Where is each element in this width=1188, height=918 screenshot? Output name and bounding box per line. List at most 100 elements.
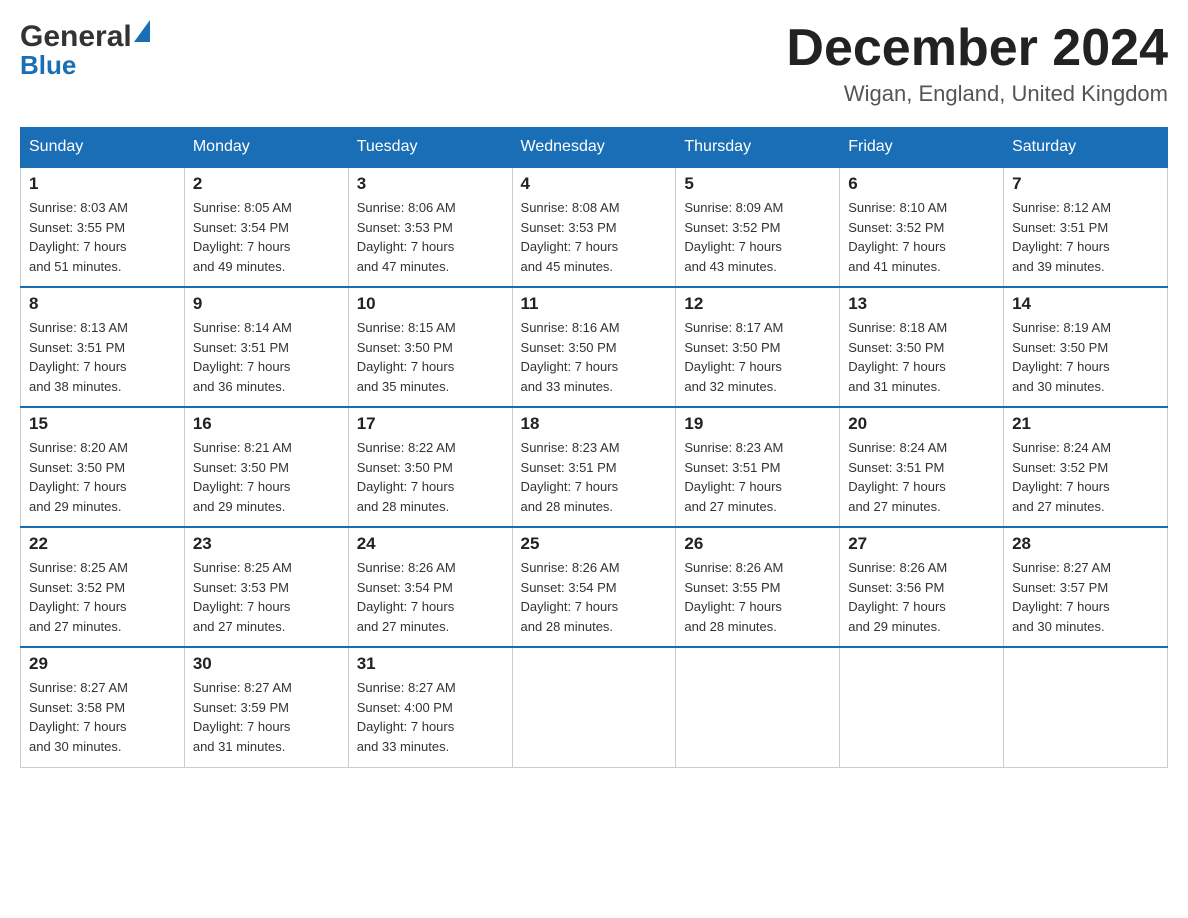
calendar-day-cell: 30 Sunrise: 8:27 AMSunset: 3:59 PMDayligh… <box>184 647 348 767</box>
calendar-day-cell: 6 Sunrise: 8:10 AMSunset: 3:52 PMDaylight… <box>840 167 1004 287</box>
day-number: 16 <box>193 414 340 434</box>
column-header-wednesday: Wednesday <box>512 128 676 168</box>
column-header-tuesday: Tuesday <box>348 128 512 168</box>
day-number: 30 <box>193 654 340 674</box>
calendar-day-cell: 12 Sunrise: 8:17 AMSunset: 3:50 PMDayligh… <box>676 287 840 407</box>
day-number: 29 <box>29 654 176 674</box>
day-number: 19 <box>684 414 831 434</box>
day-info: Sunrise: 8:26 AMSunset: 3:55 PMDaylight:… <box>684 558 831 636</box>
day-info: Sunrise: 8:27 AMSunset: 3:57 PMDaylight:… <box>1012 558 1159 636</box>
day-number: 7 <box>1012 174 1159 194</box>
calendar-day-cell: 2Sunrise: 8:05 AMSunset: 3:54 PMDaylight… <box>184 167 348 287</box>
column-header-saturday: Saturday <box>1004 128 1168 168</box>
day-info: Sunrise: 8:27 AMSunset: 4:00 PMDaylight:… <box>357 678 504 756</box>
day-info: Sunrise: 8:25 AMSunset: 3:52 PMDaylight:… <box>29 558 176 636</box>
location-subtitle: Wigan, England, United Kingdom <box>786 81 1168 107</box>
day-info: Sunrise: 8:08 AMSunset: 3:53 PMDaylight:… <box>521 198 668 276</box>
day-number: 5 <box>684 174 831 194</box>
calendar-body: 1 Sunrise: 8:03 AMSunset: 3:55 PMDaylight… <box>21 167 1168 767</box>
day-number: 11 <box>521 294 668 314</box>
calendar-day-cell: 8 Sunrise: 8:13 AMSunset: 3:51 PMDaylight… <box>21 287 185 407</box>
calendar-day-cell: 23 Sunrise: 8:25 AMSunset: 3:53 PMDayligh… <box>184 527 348 647</box>
day-number: 27 <box>848 534 995 554</box>
column-header-thursday: Thursday <box>676 128 840 168</box>
day-number: 6 <box>848 174 995 194</box>
calendar-day-cell: 11Sunrise: 8:16 AMSunset: 3:50 PMDayligh… <box>512 287 676 407</box>
day-info: Sunrise: 8:25 AMSunset: 3:53 PMDaylight:… <box>193 558 340 636</box>
calendar-day-cell: 19 Sunrise: 8:23 AMSunset: 3:51 PMDayligh… <box>676 407 840 527</box>
calendar-day-cell: 31 Sunrise: 8:27 AMSunset: 4:00 PMDayligh… <box>348 647 512 767</box>
day-number: 21 <box>1012 414 1159 434</box>
calendar-day-cell: 15Sunrise: 8:20 AMSunset: 3:50 PMDayligh… <box>21 407 185 527</box>
day-number: 9 <box>193 294 340 314</box>
day-info: Sunrise: 8:03 AMSunset: 3:55 PMDaylight:… <box>29 198 176 276</box>
day-info: Sunrise: 8:06 AMSunset: 3:53 PMDaylight:… <box>357 198 504 276</box>
day-info: Sunrise: 8:27 AMSunset: 3:58 PMDaylight:… <box>29 678 176 756</box>
day-info: Sunrise: 8:23 AMSunset: 3:51 PMDaylight:… <box>521 438 668 516</box>
calendar-week-row: 8 Sunrise: 8:13 AMSunset: 3:51 PMDaylight… <box>21 287 1168 407</box>
calendar-header-row: SundayMondayTuesdayWednesdayThursdayFrid… <box>21 128 1168 168</box>
day-info: Sunrise: 8:15 AMSunset: 3:50 PMDaylight:… <box>357 318 504 396</box>
calendar-day-cell <box>1004 647 1168 767</box>
day-info: Sunrise: 8:21 AMSunset: 3:50 PMDaylight:… <box>193 438 340 516</box>
day-number: 23 <box>193 534 340 554</box>
day-number: 4 <box>521 174 668 194</box>
day-number: 3 <box>357 174 504 194</box>
day-info: Sunrise: 8:10 AMSunset: 3:52 PMDaylight:… <box>848 198 995 276</box>
day-info: Sunrise: 8:27 AMSunset: 3:59 PMDaylight:… <box>193 678 340 756</box>
day-info: Sunrise: 8:09 AMSunset: 3:52 PMDaylight:… <box>684 198 831 276</box>
day-number: 1 <box>29 174 176 194</box>
column-header-monday: Monday <box>184 128 348 168</box>
day-info: Sunrise: 8:19 AMSunset: 3:50 PMDaylight:… <box>1012 318 1159 396</box>
calendar-day-cell: 16 Sunrise: 8:21 AMSunset: 3:50 PMDayligh… <box>184 407 348 527</box>
day-number: 26 <box>684 534 831 554</box>
day-number: 2 <box>193 174 340 194</box>
calendar-day-cell: 24 Sunrise: 8:26 AMSunset: 3:54 PMDayligh… <box>348 527 512 647</box>
day-info: Sunrise: 8:22 AMSunset: 3:50 PMDaylight:… <box>357 438 504 516</box>
day-number: 31 <box>357 654 504 674</box>
day-number: 22 <box>29 534 176 554</box>
day-info: Sunrise: 8:12 AMSunset: 3:51 PMDaylight:… <box>1012 198 1159 276</box>
day-number: 10 <box>357 294 504 314</box>
calendar-day-cell: 17Sunrise: 8:22 AMSunset: 3:50 PMDayligh… <box>348 407 512 527</box>
calendar-day-cell: 26 Sunrise: 8:26 AMSunset: 3:55 PMDayligh… <box>676 527 840 647</box>
calendar-table: SundayMondayTuesdayWednesdayThursdayFrid… <box>20 127 1168 768</box>
calendar-day-cell: 1 Sunrise: 8:03 AMSunset: 3:55 PMDaylight… <box>21 167 185 287</box>
calendar-day-cell: 27 Sunrise: 8:26 AMSunset: 3:56 PMDayligh… <box>840 527 1004 647</box>
day-info: Sunrise: 8:13 AMSunset: 3:51 PMDaylight:… <box>29 318 176 396</box>
day-info: Sunrise: 8:24 AMSunset: 3:52 PMDaylight:… <box>1012 438 1159 516</box>
calendar-week-row: 22 Sunrise: 8:25 AMSunset: 3:52 PMDayligh… <box>21 527 1168 647</box>
calendar-day-cell: 5 Sunrise: 8:09 AMSunset: 3:52 PMDaylight… <box>676 167 840 287</box>
day-number: 28 <box>1012 534 1159 554</box>
day-number: 20 <box>848 414 995 434</box>
page-header: General Blue December 2024 Wigan, Englan… <box>20 20 1168 107</box>
calendar-week-row: 15Sunrise: 8:20 AMSunset: 3:50 PMDayligh… <box>21 407 1168 527</box>
logo-triangle-icon <box>134 20 150 42</box>
calendar-week-row: 1 Sunrise: 8:03 AMSunset: 3:55 PMDaylight… <box>21 167 1168 287</box>
calendar-week-row: 29 Sunrise: 8:27 AMSunset: 3:58 PMDayligh… <box>21 647 1168 767</box>
calendar-day-cell: 21 Sunrise: 8:24 AMSunset: 3:52 PMDayligh… <box>1004 407 1168 527</box>
day-info: Sunrise: 8:14 AMSunset: 3:51 PMDaylight:… <box>193 318 340 396</box>
day-number: 13 <box>848 294 995 314</box>
day-number: 18 <box>521 414 668 434</box>
day-info: Sunrise: 8:23 AMSunset: 3:51 PMDaylight:… <box>684 438 831 516</box>
day-number: 15 <box>29 414 176 434</box>
month-year-title: December 2024 <box>786 20 1168 77</box>
day-number: 12 <box>684 294 831 314</box>
day-info: Sunrise: 8:24 AMSunset: 3:51 PMDaylight:… <box>848 438 995 516</box>
logo-blue: Blue <box>20 50 76 81</box>
day-number: 24 <box>357 534 504 554</box>
day-info: Sunrise: 8:18 AMSunset: 3:50 PMDaylight:… <box>848 318 995 396</box>
day-info: Sunrise: 8:26 AMSunset: 3:54 PMDaylight:… <box>521 558 668 636</box>
calendar-day-cell: 18 Sunrise: 8:23 AMSunset: 3:51 PMDayligh… <box>512 407 676 527</box>
logo: General Blue <box>20 20 150 81</box>
calendar-day-cell: 7 Sunrise: 8:12 AMSunset: 3:51 PMDaylight… <box>1004 167 1168 287</box>
calendar-day-cell <box>676 647 840 767</box>
column-header-sunday: Sunday <box>21 128 185 168</box>
column-header-friday: Friday <box>840 128 1004 168</box>
day-info: Sunrise: 8:17 AMSunset: 3:50 PMDaylight:… <box>684 318 831 396</box>
calendar-day-cell: 9 Sunrise: 8:14 AMSunset: 3:51 PMDaylight… <box>184 287 348 407</box>
day-info: Sunrise: 8:26 AMSunset: 3:56 PMDaylight:… <box>848 558 995 636</box>
day-number: 8 <box>29 294 176 314</box>
day-info: Sunrise: 8:26 AMSunset: 3:54 PMDaylight:… <box>357 558 504 636</box>
